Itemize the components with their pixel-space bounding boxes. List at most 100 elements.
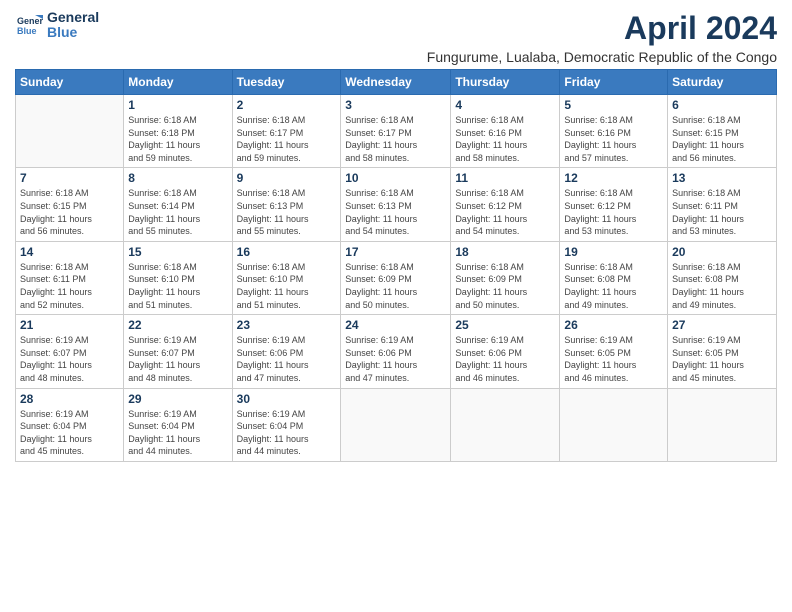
day-number: 3: [345, 98, 446, 112]
calendar-day: 4 Sunrise: 6:18 AM Sunset: 6:16 PM Daylig…: [451, 95, 560, 168]
day-number: 20: [672, 245, 772, 259]
logo-general: General: [47, 10, 99, 25]
calendar-day: 7Sunrise: 6:18 AM Sunset: 6:15 PM Daylig…: [16, 168, 124, 241]
day-number: 28: [20, 392, 119, 406]
calendar-day: 10Sunrise: 6:18 AM Sunset: 6:13 PM Dayli…: [341, 168, 451, 241]
calendar-day: [560, 388, 668, 461]
calendar-day: [668, 388, 777, 461]
calendar-header-thursday: Thursday: [451, 70, 560, 95]
day-number: 29: [128, 392, 227, 406]
calendar-day: 13 Sunrise: 6:18 AM Sunset: 6:11 PM Dayli…: [668, 168, 777, 241]
day-info: Sunrise: 6:19 AM Sunset: 6:06 PM Dayligh…: [237, 334, 337, 384]
day-number: 11: [455, 171, 555, 185]
day-info: Sunrise: 6:18 AM Sunset: 6:15 PM Dayligh…: [672, 114, 772, 164]
logo-icon: General Blue: [15, 11, 43, 39]
calendar-day: 18 Sunrise: 6:18 AM Sunset: 6:09 PM Dayli…: [451, 241, 560, 314]
day-number: 1: [128, 98, 227, 112]
day-number: 23: [237, 318, 337, 332]
calendar-header-tuesday: Tuesday: [232, 70, 341, 95]
calendar-header-saturday: Saturday: [668, 70, 777, 95]
day-info: Sunrise: 6:18 AM Sunset: 6:13 PM Dayligh…: [345, 187, 446, 237]
day-info: Sunrise: 6:18 AM Sunset: 6:16 PM Dayligh…: [564, 114, 663, 164]
calendar-day: 21Sunrise: 6:19 AM Sunset: 6:07 PM Dayli…: [16, 315, 124, 388]
calendar-day: 27 Sunrise: 6:19 AM Sunset: 6:05 PM Dayli…: [668, 315, 777, 388]
day-info: Sunrise: 6:18 AM Sunset: 6:17 PM Dayligh…: [345, 114, 446, 164]
day-info: Sunrise: 6:18 AM Sunset: 6:18 PM Dayligh…: [128, 114, 227, 164]
day-number: 19: [564, 245, 663, 259]
day-number: 4: [455, 98, 555, 112]
day-info: Sunrise: 6:19 AM Sunset: 6:05 PM Dayligh…: [672, 334, 772, 384]
day-number: 25: [455, 318, 555, 332]
day-info: Sunrise: 6:19 AM Sunset: 6:06 PM Dayligh…: [455, 334, 555, 384]
calendar-day: 19 Sunrise: 6:18 AM Sunset: 6:08 PM Dayli…: [560, 241, 668, 314]
subtitle: Fungurume, Lualaba, Democratic Republic …: [427, 49, 777, 65]
calendar-day: 8 Sunrise: 6:18 AM Sunset: 6:14 PM Daylig…: [124, 168, 232, 241]
page: General Blue General Blue April 2024 Fun…: [0, 0, 792, 612]
day-number: 5: [564, 98, 663, 112]
calendar-day: 15 Sunrise: 6:18 AM Sunset: 6:10 PM Dayli…: [124, 241, 232, 314]
day-info: Sunrise: 6:18 AM Sunset: 6:12 PM Dayligh…: [564, 187, 663, 237]
calendar-week-1: 1 Sunrise: 6:18 AM Sunset: 6:18 PM Daylig…: [16, 95, 777, 168]
day-info: Sunrise: 6:18 AM Sunset: 6:13 PM Dayligh…: [237, 187, 337, 237]
day-number: 18: [455, 245, 555, 259]
calendar-day: 25 Sunrise: 6:19 AM Sunset: 6:06 PM Dayli…: [451, 315, 560, 388]
day-info: Sunrise: 6:18 AM Sunset: 6:16 PM Dayligh…: [455, 114, 555, 164]
calendar-day: 16Sunrise: 6:18 AM Sunset: 6:10 PM Dayli…: [232, 241, 341, 314]
day-info: Sunrise: 6:18 AM Sunset: 6:08 PM Dayligh…: [672, 261, 772, 311]
calendar-day: 6 Sunrise: 6:18 AM Sunset: 6:15 PM Daylig…: [668, 95, 777, 168]
calendar-week-4: 21Sunrise: 6:19 AM Sunset: 6:07 PM Dayli…: [16, 315, 777, 388]
day-number: 9: [237, 171, 337, 185]
calendar-week-2: 7Sunrise: 6:18 AM Sunset: 6:15 PM Daylig…: [16, 168, 777, 241]
day-number: 24: [345, 318, 446, 332]
main-title: April 2024: [427, 10, 777, 47]
calendar-day: 9 Sunrise: 6:18 AM Sunset: 6:13 PM Daylig…: [232, 168, 341, 241]
calendar-header-monday: Monday: [124, 70, 232, 95]
svg-text:Blue: Blue: [17, 26, 37, 36]
svg-text:General: General: [17, 16, 43, 26]
day-info: Sunrise: 6:18 AM Sunset: 6:11 PM Dayligh…: [672, 187, 772, 237]
calendar-day: 2Sunrise: 6:18 AM Sunset: 6:17 PM Daylig…: [232, 95, 341, 168]
calendar-day: 24Sunrise: 6:19 AM Sunset: 6:06 PM Dayli…: [341, 315, 451, 388]
day-number: 6: [672, 98, 772, 112]
day-info: Sunrise: 6:18 AM Sunset: 6:09 PM Dayligh…: [455, 261, 555, 311]
day-info: Sunrise: 6:18 AM Sunset: 6:17 PM Dayligh…: [237, 114, 337, 164]
logo-blue: Blue: [47, 25, 99, 40]
calendar-day: 26 Sunrise: 6:19 AM Sunset: 6:05 PM Dayli…: [560, 315, 668, 388]
calendar-day: 17Sunrise: 6:18 AM Sunset: 6:09 PM Dayli…: [341, 241, 451, 314]
day-info: Sunrise: 6:18 AM Sunset: 6:15 PM Dayligh…: [20, 187, 119, 237]
day-number: 13: [672, 171, 772, 185]
calendar-day: [451, 388, 560, 461]
calendar-day: [16, 95, 124, 168]
day-number: 27: [672, 318, 772, 332]
calendar-header-row: SundayMondayTuesdayWednesdayThursdayFrid…: [16, 70, 777, 95]
calendar-day: 12Sunrise: 6:18 AM Sunset: 6:12 PM Dayli…: [560, 168, 668, 241]
calendar-day: 14Sunrise: 6:18 AM Sunset: 6:11 PM Dayli…: [16, 241, 124, 314]
calendar-day: 20 Sunrise: 6:18 AM Sunset: 6:08 PM Dayli…: [668, 241, 777, 314]
calendar-header-friday: Friday: [560, 70, 668, 95]
day-number: 15: [128, 245, 227, 259]
calendar-week-5: 28 Sunrise: 6:19 AM Sunset: 6:04 PM Dayli…: [16, 388, 777, 461]
calendar-day: 29 Sunrise: 6:19 AM Sunset: 6:04 PM Dayli…: [124, 388, 232, 461]
calendar-day: 11 Sunrise: 6:18 AM Sunset: 6:12 PM Dayli…: [451, 168, 560, 241]
day-info: Sunrise: 6:19 AM Sunset: 6:05 PM Dayligh…: [564, 334, 663, 384]
day-info: Sunrise: 6:19 AM Sunset: 6:04 PM Dayligh…: [128, 408, 227, 458]
day-info: Sunrise: 6:18 AM Sunset: 6:08 PM Dayligh…: [564, 261, 663, 311]
day-number: 30: [237, 392, 337, 406]
calendar-header-wednesday: Wednesday: [341, 70, 451, 95]
calendar-day: [341, 388, 451, 461]
day-info: Sunrise: 6:18 AM Sunset: 6:14 PM Dayligh…: [128, 187, 227, 237]
calendar-day: 3 Sunrise: 6:18 AM Sunset: 6:17 PM Daylig…: [341, 95, 451, 168]
calendar-day: 23 Sunrise: 6:19 AM Sunset: 6:06 PM Dayli…: [232, 315, 341, 388]
day-number: 26: [564, 318, 663, 332]
day-info: Sunrise: 6:18 AM Sunset: 6:10 PM Dayligh…: [128, 261, 227, 311]
day-info: Sunrise: 6:19 AM Sunset: 6:07 PM Dayligh…: [128, 334, 227, 384]
day-number: 8: [128, 171, 227, 185]
calendar-header-sunday: Sunday: [16, 70, 124, 95]
day-number: 22: [128, 318, 227, 332]
day-number: 14: [20, 245, 119, 259]
day-info: Sunrise: 6:18 AM Sunset: 6:12 PM Dayligh…: [455, 187, 555, 237]
day-info: Sunrise: 6:18 AM Sunset: 6:09 PM Dayligh…: [345, 261, 446, 311]
calendar: SundayMondayTuesdayWednesdayThursdayFrid…: [15, 69, 777, 462]
day-info: Sunrise: 6:19 AM Sunset: 6:07 PM Dayligh…: [20, 334, 119, 384]
header: General Blue General Blue April 2024 Fun…: [15, 10, 777, 65]
